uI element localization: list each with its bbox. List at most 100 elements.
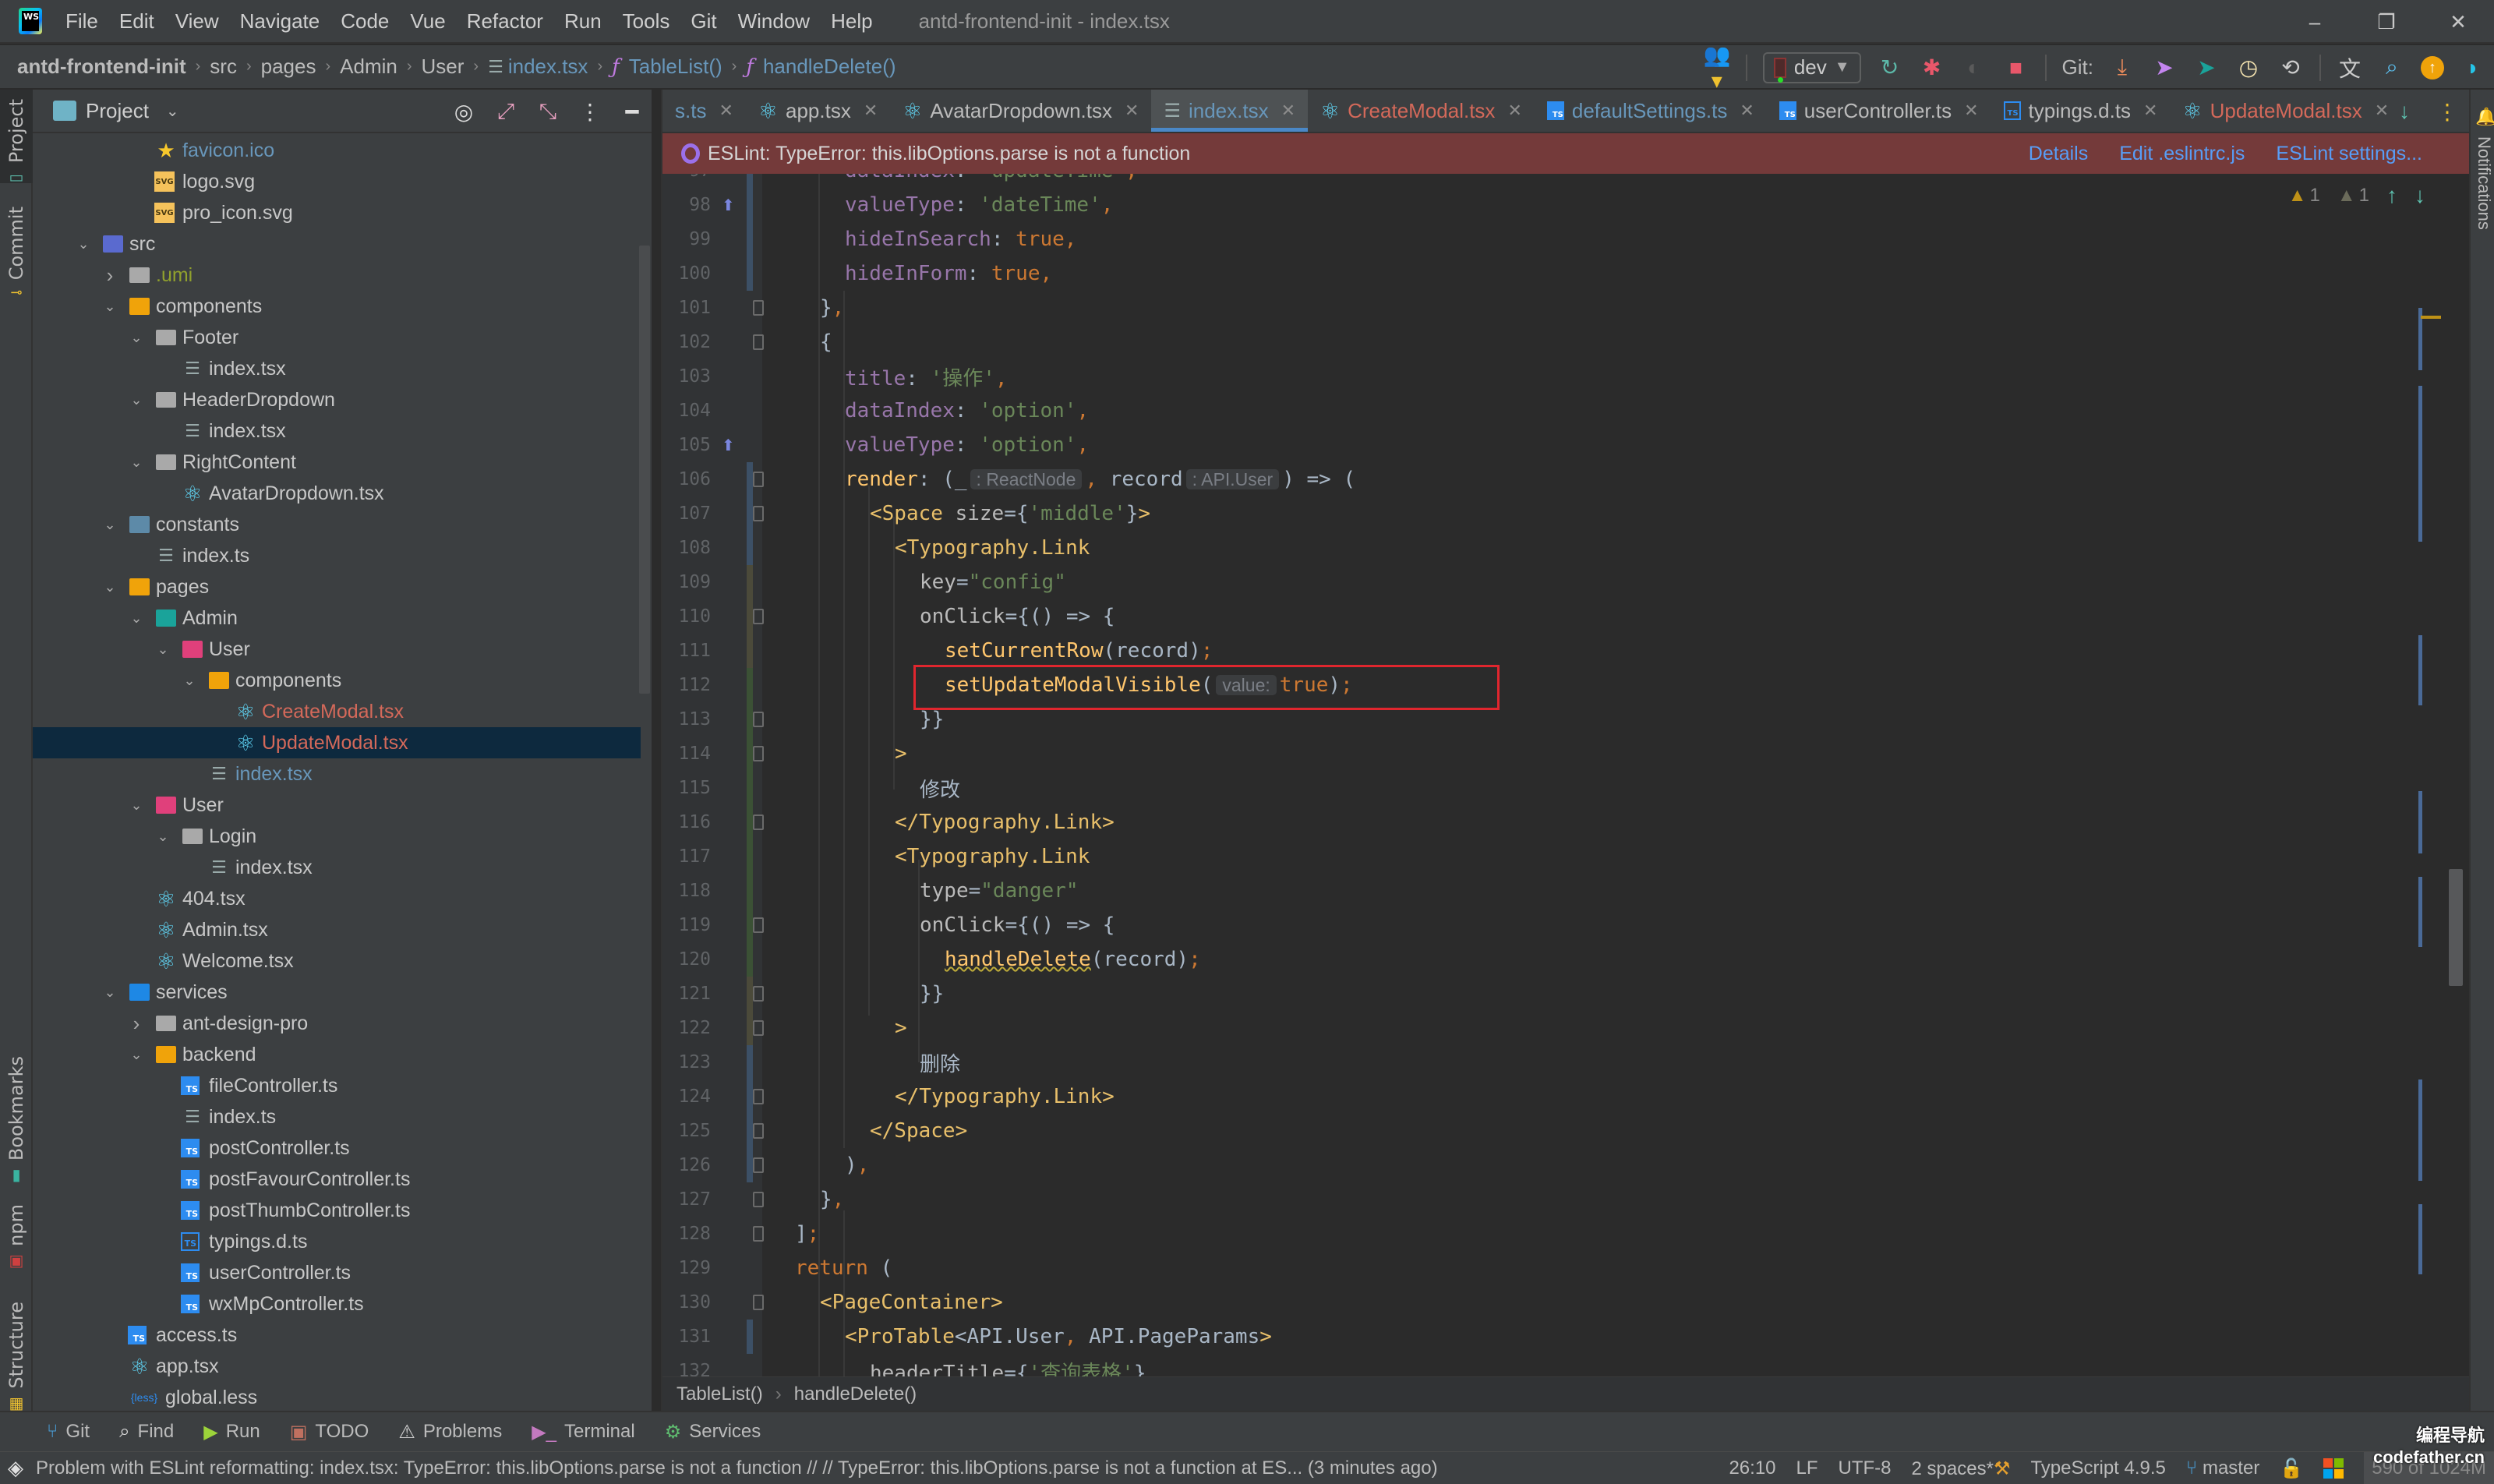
notifications-bell-icon[interactable]: 🔔	[2475, 107, 2494, 127]
tree-item[interactable]: ›TSpostFavourController.ts	[33, 1164, 641, 1195]
chevron-down-icon[interactable]: ⌄	[126, 454, 147, 471]
vcs-change-marker[interactable]	[747, 805, 753, 839]
vcs-change-marker[interactable]	[747, 531, 753, 565]
fold-marker-icon[interactable]	[753, 986, 764, 1002]
chevron-right-icon[interactable]: ›	[100, 263, 120, 288]
menu-file[interactable]: File	[65, 9, 98, 34]
code-line[interactable]: 129 return (	[662, 1251, 2377, 1285]
line-separator[interactable]: LF	[1796, 1458, 1818, 1479]
vcs-change-marker[interactable]	[747, 771, 753, 805]
previous-problem-icon[interactable]: ↑	[2386, 183, 2397, 208]
tree-item[interactable]: ⌄ backend	[33, 1039, 641, 1070]
vcs-change-marker[interactable]	[747, 668, 753, 702]
fold-marker-icon[interactable]	[753, 300, 764, 316]
locate-file-icon[interactable]: ◎	[450, 99, 477, 125]
debug-icon[interactable]: ✱	[1919, 55, 1945, 80]
code-line[interactable]: 110 onClick={() => {	[662, 599, 2377, 634]
inspection-widget[interactable]: ▲ 1 ▲ 1 ↑ ↓	[2288, 183, 2425, 208]
chevron-down-icon[interactable]: ⌄	[73, 236, 94, 253]
breadcrumb-tablelist[interactable]: ƒ TableList()	[612, 55, 722, 79]
fold-marker-icon[interactable]	[753, 506, 764, 521]
editor-tab[interactable]: ⚛ AvatarDropdown.tsx ✕	[890, 90, 1151, 132]
chevron-down-icon[interactable]: ⌄	[100, 299, 120, 315]
vcs-change-marker[interactable]	[747, 462, 753, 496]
fold-marker-icon[interactable]	[753, 1226, 764, 1242]
tree-item[interactable]: ›☰index.ts	[33, 540, 641, 571]
vcs-change-marker[interactable]	[747, 977, 753, 1011]
close-tab-icon[interactable]: ✕	[1507, 101, 1521, 121]
line-number[interactable]: 104	[662, 401, 711, 421]
user-switch-icon[interactable]: 👥▾	[1704, 42, 1731, 94]
chevron-down-icon[interactable]: ⌄	[179, 673, 200, 689]
code-line[interactable]: 106 render: (_: ReactNode, record: API.Us…	[662, 462, 2377, 496]
vcs-change-marker[interactable]	[747, 839, 753, 874]
code-line[interactable]: 131 <ProTable<API.User, API.PageParams>	[662, 1320, 2377, 1354]
fold-marker-icon[interactable]	[753, 1123, 764, 1139]
history-icon[interactable]: ◷	[2235, 55, 2262, 80]
menu-git[interactable]: Git	[691, 9, 716, 34]
vcs-change-marker[interactable]	[747, 874, 753, 908]
line-number[interactable]: 114	[662, 744, 711, 764]
fold-marker-icon[interactable]	[753, 1020, 764, 1036]
change-marker[interactable]	[2418, 877, 2422, 947]
lock-icon[interactable]: 🔓	[2280, 1458, 2303, 1480]
code-line[interactable]: 127},	[662, 1182, 2377, 1217]
line-number[interactable]: 102	[662, 332, 711, 352]
indent-setting[interactable]: 2 spaces*⚒	[1912, 1458, 2011, 1480]
chevron-down-icon[interactable]: ⌄	[126, 610, 147, 627]
chevron-down-icon[interactable]: ⌄	[153, 829, 173, 845]
breadcrumb-handledelete[interactable]: ƒ handleDelete()	[746, 55, 896, 79]
line-number[interactable]: 97	[662, 174, 711, 181]
fold-marker-icon[interactable]	[753, 609, 764, 624]
git-push-icon[interactable]: ➤	[2193, 55, 2220, 80]
code-line[interactable]: 120 handleDelete(record);	[662, 942, 2377, 977]
breadcrumb-file[interactable]: ☰ index.tsx	[488, 55, 588, 79]
warning-stripe-marker[interactable]	[2421, 316, 2441, 319]
code-line[interactable]: 102 {	[662, 325, 2377, 359]
fold-marker-icon[interactable]	[753, 746, 764, 761]
editor-tab[interactable]: ⚛ UpdateModal.tsx ✕	[2170, 90, 2401, 132]
tool-tab-npm[interactable]: npm ▣	[0, 1204, 33, 1282]
line-number[interactable]: 105	[662, 435, 711, 455]
line-number[interactable]: 112	[662, 675, 711, 695]
change-marker[interactable]	[2418, 791, 2422, 853]
line-number[interactable]: 126	[662, 1155, 711, 1175]
tree-item[interactable]: ›TSuserController.ts	[33, 1257, 641, 1288]
tree-item[interactable]: › ant-design-pro	[33, 1008, 641, 1039]
code-line[interactable]: 108 <Typography.Link	[662, 531, 2377, 565]
tool-window-services[interactable]: ⚙ Services	[665, 1421, 761, 1443]
chevron-down-icon[interactable]: ⌄	[126, 797, 147, 814]
code-line[interactable]: 118 type="danger"	[662, 874, 2377, 908]
restore-button[interactable]: ❐	[2351, 0, 2422, 44]
code-line[interactable]: 104 dataIndex: 'option',	[662, 394, 2377, 428]
chevron-down-icon[interactable]: ⌄	[126, 1047, 147, 1063]
fold-marker-icon[interactable]	[753, 1157, 764, 1173]
line-number[interactable]: 117	[662, 846, 711, 867]
implementation-marker-icon[interactable]: ⬆	[722, 436, 739, 454]
git-update-icon[interactable]: ⤓	[2109, 55, 2135, 80]
fold-marker-icon[interactable]	[753, 1295, 764, 1310]
tree-item[interactable]: ⌄ services	[33, 977, 641, 1008]
chevron-down-icon[interactable]: ⌄	[126, 392, 147, 408]
more-actions-icon[interactable]: ⋮	[2436, 99, 2458, 125]
show-hidden-tabs-icon[interactable]: ↓	[2399, 99, 2410, 124]
breadcrumb-user[interactable]: User	[422, 55, 465, 79]
code-breadcrumb-tablelist[interactable]: TableList()	[676, 1383, 763, 1405]
tool-tab-commit[interactable]: Commit ⊸	[0, 207, 33, 300]
tree-item[interactable]: ⌄ User	[33, 790, 641, 821]
change-marker[interactable]	[2418, 1204, 2422, 1274]
change-marker[interactable]	[2418, 386, 2422, 542]
close-tab-icon[interactable]: ✕	[864, 101, 878, 121]
tree-item[interactable]: ›☰index.tsx	[33, 852, 641, 883]
tree-item[interactable]: ›★favicon.ico	[33, 135, 641, 166]
code-line[interactable]: 126),	[662, 1148, 2377, 1182]
line-number[interactable]: 108	[662, 538, 711, 558]
vcs-change-marker[interactable]	[747, 256, 753, 291]
editor-tab[interactable]: ☰ index.tsx ✕	[1151, 90, 1309, 132]
tool-window-run[interactable]: ▶ Run	[203, 1421, 260, 1443]
line-number[interactable]: 98	[662, 195, 711, 215]
tree-item[interactable]: › .umi	[33, 260, 641, 291]
change-marker[interactable]	[2418, 1079, 2422, 1181]
vcs-change-marker[interactable]	[747, 1320, 753, 1354]
tree-item[interactable]: ⌄ Admin	[33, 602, 641, 634]
